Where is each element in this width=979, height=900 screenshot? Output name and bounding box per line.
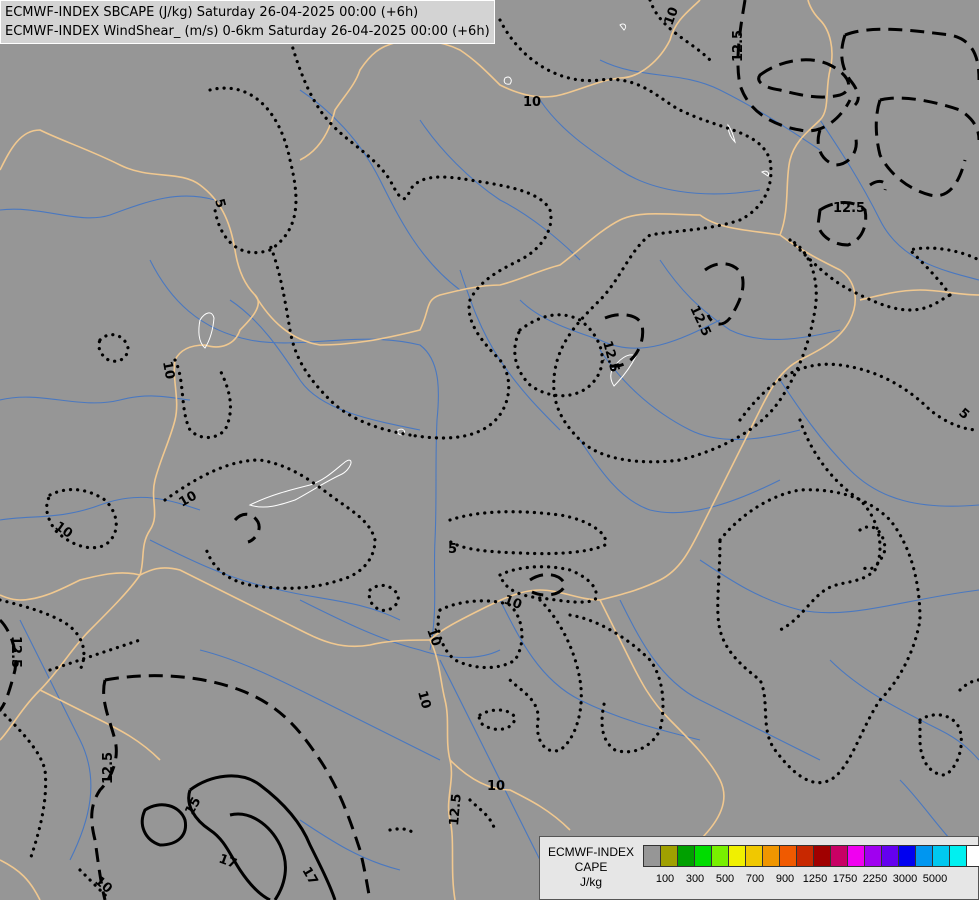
legend-title-line: CAPE <box>574 860 608 874</box>
legend-swatch <box>643 845 661 867</box>
legend-color-scale <box>643 845 979 867</box>
legend-swatch <box>949 845 967 867</box>
legend-tick-labels: 100 300 500 700 900 1250 1750 2250 3000 5000 <box>643 873 973 889</box>
weather-map: 10 12.5 10 12.5 5 12.5 12.5 12.5 10 10 1… <box>0 0 979 900</box>
legend-tick-label: 3000 <box>892 873 918 885</box>
legend-swatch <box>711 845 729 867</box>
legend-swatch <box>779 845 797 867</box>
legend-tick-label: 700 <box>745 873 765 885</box>
legend-swatch <box>745 845 763 867</box>
contour-label: 12.5 <box>833 201 865 216</box>
legend-swatch <box>677 845 695 867</box>
contour-label: 10 <box>487 779 505 794</box>
legend-tick-label: 5000 <box>922 873 948 885</box>
legend-swatch <box>660 845 678 867</box>
legend-swatch <box>830 845 848 867</box>
cape-legend: ECMWF-INDEX CAPE J/kg 100 300 500 700 900 125… <box>539 836 979 900</box>
contour-label: 12.5 <box>8 636 23 668</box>
legend-tick-label: 100 <box>655 873 675 885</box>
contour-label: 5 <box>448 542 457 557</box>
legend-swatch <box>881 845 899 867</box>
legend-title: ECMWF-INDEX CAPE J/kg <box>542 845 640 890</box>
legend-swatch <box>898 845 916 867</box>
legend-tick-label: 300 <box>685 873 705 885</box>
contour-label: 12.5 <box>731 30 746 62</box>
contour-label: 10 <box>159 360 177 380</box>
legend-swatch <box>796 845 814 867</box>
legend-swatch <box>966 845 979 867</box>
legend-swatch <box>932 845 950 867</box>
contour-label: 10 <box>523 95 541 110</box>
legend-tick-label: 1750 <box>832 873 858 885</box>
legend-swatch <box>864 845 882 867</box>
legend-swatch <box>813 845 831 867</box>
map-title-box: ECMWF-INDEX SBCAPE (J/kg) Saturday 26-04… <box>0 0 495 44</box>
legend-tick-label: 900 <box>775 873 795 885</box>
contour-label: 12.5 <box>447 793 465 826</box>
legend-swatch <box>728 845 746 867</box>
legend-swatch <box>915 845 933 867</box>
contour-label: 12.5 <box>101 752 116 784</box>
legend-title-line: ECMWF-INDEX <box>548 845 634 859</box>
legend-tick-label: 1250 <box>802 873 828 885</box>
legend-swatch <box>847 845 865 867</box>
windshear-title: ECMWF-INDEX WindShear_ (m/s) 0-6km Satur… <box>5 24 490 39</box>
legend-tick-label: 500 <box>715 873 735 885</box>
legend-title-line: J/kg <box>579 875 602 889</box>
legend-swatch <box>762 845 780 867</box>
legend-tick-label: 2250 <box>862 873 888 885</box>
cape-title: ECMWF-INDEX SBCAPE (J/kg) Saturday 26-04… <box>5 5 419 20</box>
legend-swatch <box>694 845 712 867</box>
map-background <box>0 0 979 900</box>
